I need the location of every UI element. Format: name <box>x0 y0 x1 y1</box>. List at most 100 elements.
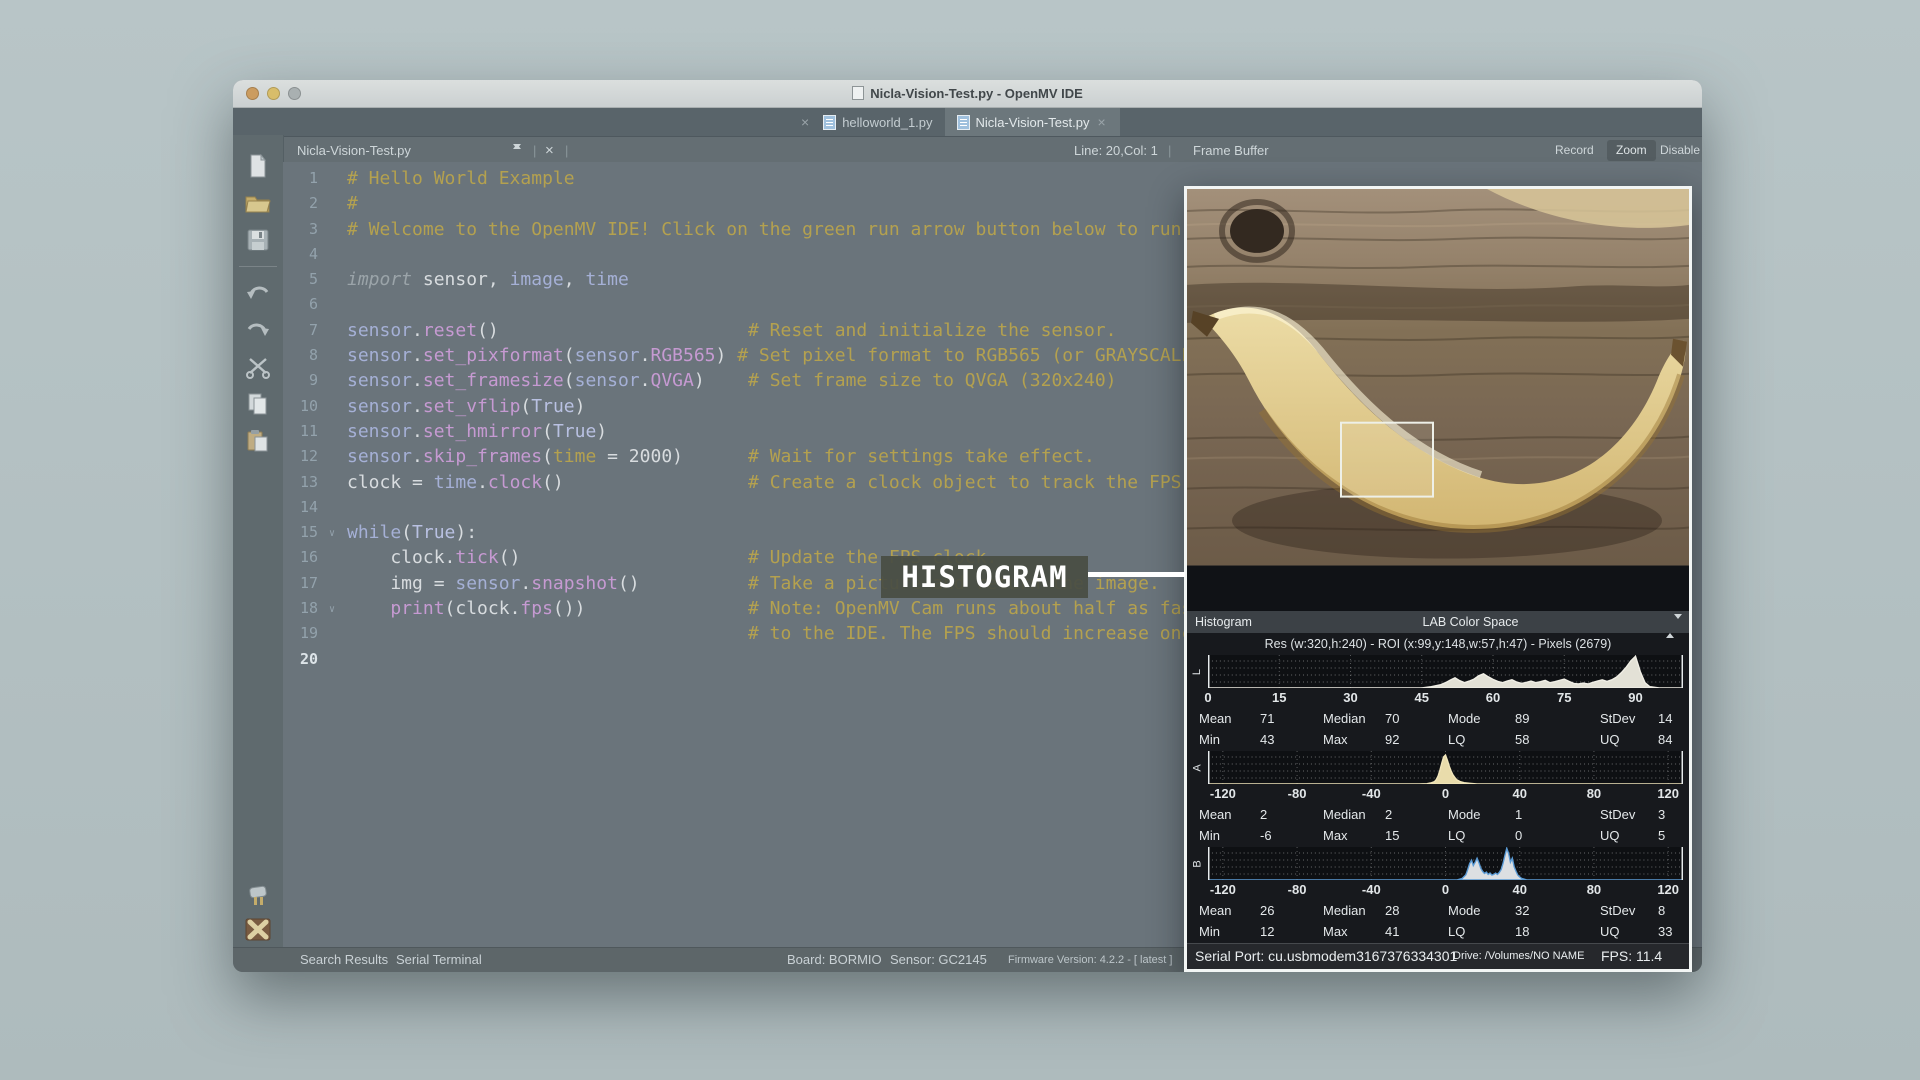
new-file-icon[interactable] <box>245 153 271 179</box>
channel-strip: B <box>1187 847 1208 880</box>
document-proxy-icon <box>852 86 864 100</box>
search-results-button[interactable]: Search Results <box>300 948 388 972</box>
serial-status-bar: Serial Port: cu.usbmodem3167376334301 Dr… <box>1187 943 1689 969</box>
stat-label: Mean <box>1199 711 1260 726</box>
line-number[interactable]: 4 <box>283 242 340 267</box>
histogram-plot[interactable] <box>1208 655 1683 688</box>
tab-helloworld[interactable]: helloworld_1.py <box>811 108 944 136</box>
stat-label: Mode <box>1448 903 1515 918</box>
stat-label: Median <box>1323 711 1385 726</box>
file-tab-bar: × helloworld_1.py Nicla-Vision-Test.py × <box>233 108 1702 137</box>
line-number[interactable]: 17 <box>283 571 340 596</box>
line-number[interactable]: 5 <box>283 267 340 292</box>
line-number[interactable]: 20 <box>283 647 340 672</box>
histogram-plot[interactable] <box>1208 751 1683 784</box>
cut-icon[interactable] <box>245 354 271 380</box>
serial-terminal-button[interactable]: Serial Terminal <box>396 948 482 972</box>
stat-value: 12 <box>1260 924 1323 939</box>
line-number[interactable]: 18∨ <box>283 596 340 621</box>
document-selector[interactable]: Nicla-Vision-Test.py <box>297 137 411 164</box>
copy-icon[interactable] <box>245 391 271 417</box>
axis-tick-label: -120 <box>1210 786 1236 801</box>
close-document-icon[interactable]: × <box>545 137 554 164</box>
axis-tick-label: 30 <box>1343 690 1357 705</box>
zoom-window-button[interactable] <box>288 87 301 100</box>
line-number[interactable]: 10 <box>283 394 340 419</box>
channel-strip: L <box>1187 655 1208 688</box>
axis-tick-label: 0 <box>1204 690 1211 705</box>
frame-buffer-image[interactable] <box>1187 189 1689 566</box>
line-number[interactable]: 2 <box>283 191 340 216</box>
axis-tick-label: 75 <box>1557 690 1571 705</box>
line-number[interactable]: 15∨ <box>283 520 340 545</box>
fold-marker[interactable]: ∨ <box>329 521 335 546</box>
stats-row: Min43Max92LQ58UQ84 <box>1187 729 1689 750</box>
close-tab-icon[interactable]: × <box>799 115 811 129</box>
undo-icon[interactable] <box>245 280 271 306</box>
histogram-plot[interactable] <box>1208 847 1683 880</box>
board-status: Board: BORMIO <box>787 948 882 972</box>
title-bar[interactable]: Nicla-Vision-Test.py - OpenMV IDE <box>233 80 1702 108</box>
redo-icon[interactable] <box>245 317 271 343</box>
roi-rectangle <box>1341 423 1433 497</box>
line-number[interactable]: 8 <box>283 343 340 368</box>
axis-tick-label: 15 <box>1272 690 1286 705</box>
zoom-button[interactable]: Zoom <box>1607 140 1656 161</box>
stat-label: LQ <box>1448 828 1515 843</box>
gutter: 123456789101112131415∨161718∨1920 <box>283 166 340 672</box>
stat-label: Mode <box>1448 807 1515 822</box>
stat-label: Min <box>1199 924 1260 939</box>
color-space-dropdown[interactable]: LAB Color Space <box>1252 615 1689 629</box>
firmware-status: Firmware Version: 4.2.2 - [ latest ] <box>1008 948 1172 972</box>
stat-value: 26 <box>1260 903 1323 918</box>
line-number[interactable]: 19 <box>283 621 340 646</box>
stat-label: StDev <box>1600 711 1658 726</box>
python-file-icon <box>957 115 970 130</box>
tab-nicla-vision-test[interactable]: Nicla-Vision-Test.py × <box>945 108 1120 136</box>
reset-firmware-icon[interactable] <box>245 916 271 942</box>
dropdown-arrows-icon <box>1666 619 1682 633</box>
save-icon[interactable] <box>245 227 271 253</box>
connect-icon[interactable] <box>245 883 271 909</box>
line-number[interactable]: 13 <box>283 470 340 495</box>
axis-ticks: 0153045607590 <box>1208 688 1683 708</box>
line-number[interactable]: 9 <box>283 368 340 393</box>
minimize-window-button[interactable] <box>267 87 280 100</box>
channel-label: B <box>1192 860 1204 867</box>
axis-tick-label: -80 <box>1288 882 1307 897</box>
stat-label: Mode <box>1448 711 1515 726</box>
separator: | <box>533 137 536 164</box>
desktop-background: Nicla-Vision-Test.py - OpenMV IDE × hell… <box>0 0 1920 1080</box>
frame-buffer-letterbox <box>1187 566 1689 612</box>
stat-value: 18 <box>1515 924 1600 939</box>
histogram-block-l: L 0153045607590 Mean71Median70Mode89StDe… <box>1187 655 1689 751</box>
line-number[interactable]: 6 <box>283 292 340 317</box>
line-number[interactable]: 14 <box>283 495 340 520</box>
line-number[interactable]: 12 <box>283 444 340 469</box>
close-window-button[interactable] <box>246 87 259 100</box>
axis-tick-label: 80 <box>1587 882 1601 897</box>
stat-label: Mean <box>1199 903 1260 918</box>
line-number[interactable]: 1 <box>283 166 340 191</box>
stat-label: LQ <box>1448 732 1515 747</box>
disable-button[interactable]: Disable <box>1660 137 1700 164</box>
close-tab-icon[interactable]: × <box>1095 115 1107 129</box>
line-number[interactable]: 3 <box>283 217 340 242</box>
stat-label: UQ <box>1600 732 1658 747</box>
axis-tick-label: -40 <box>1362 786 1381 801</box>
stat-value: 89 <box>1515 711 1600 726</box>
sidebar-divider <box>239 266 277 267</box>
line-number[interactable]: 16 <box>283 545 340 570</box>
record-button[interactable]: Record <box>1555 137 1594 164</box>
serial-port-status: Serial Port: cu.usbmodem3167376334301 <box>1195 944 1457 969</box>
fold-marker[interactable]: ∨ <box>329 597 335 622</box>
paste-icon[interactable] <box>245 428 271 454</box>
frame-buffer-label: Frame Buffer <box>1193 137 1269 164</box>
stat-label: Max <box>1323 732 1385 747</box>
open-file-icon[interactable] <box>245 190 271 216</box>
histogram-header: Histogram LAB Color Space <box>1187 611 1689 633</box>
sensor-status: Sensor: GC2145 <box>890 948 987 972</box>
line-number[interactable]: 11 <box>283 419 340 444</box>
line-number[interactable]: 7 <box>283 318 340 343</box>
stat-value: 84 <box>1658 732 1689 747</box>
